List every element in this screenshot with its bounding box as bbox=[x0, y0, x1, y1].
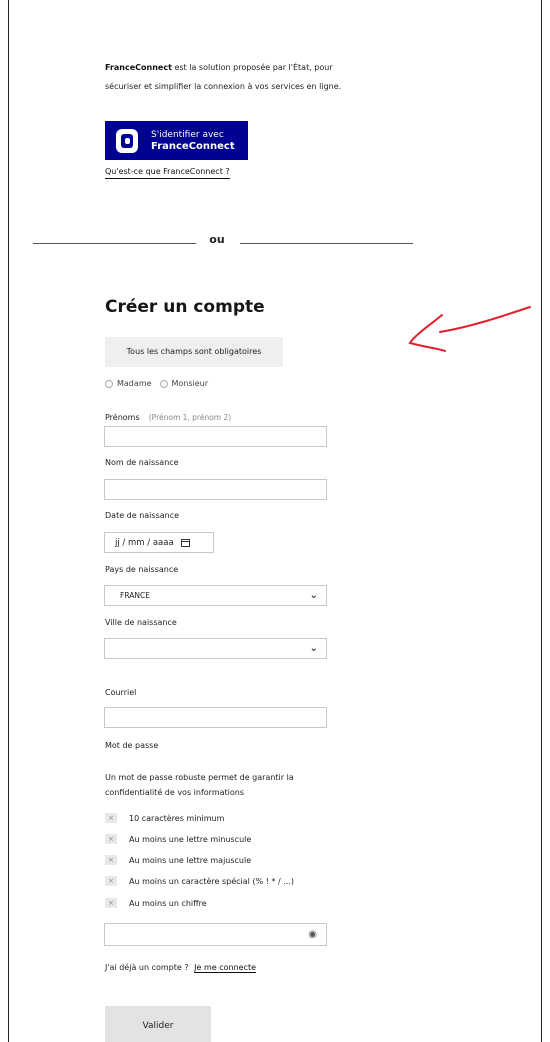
calendar-icon[interactable] bbox=[180, 538, 190, 547]
required-fields-badge: Tous les champs sont obligatoires bbox=[105, 337, 283, 367]
criterion-label: 10 caractères minimum bbox=[129, 813, 225, 823]
password-info: Un mot de passe robuste permet de garant… bbox=[105, 773, 294, 797]
password-criterion: × 10 caractères minimum bbox=[105, 813, 224, 823]
password-input[interactable]: ◉ bbox=[104, 923, 327, 946]
criterion-label: Au moins une lettre minuscule bbox=[129, 834, 252, 844]
firstname-label: Prénoms bbox=[105, 413, 140, 422]
separator-line-right bbox=[240, 243, 413, 244]
chevron-down-icon: ⌄ bbox=[309, 643, 318, 654]
password-criterion: × Au moins un chiffre bbox=[105, 898, 207, 908]
cross-icon: × bbox=[105, 855, 117, 865]
email-label: Courriel bbox=[105, 688, 137, 697]
franceconnect-intro-bold: FranceConnect bbox=[105, 63, 172, 72]
birthcity-select[interactable]: ⌄ bbox=[104, 638, 327, 659]
annotation-arrow bbox=[408, 306, 531, 352]
birthdate-placeholder: jj / mm / aaaa bbox=[115, 537, 174, 548]
account-row: J'ai déjà un compte ? Je me connecte bbox=[105, 963, 257, 973]
franceconnect-info-link[interactable]: Qu'est-ce que FranceConnect ? bbox=[105, 166, 230, 179]
password-label: Mot de passe bbox=[105, 741, 159, 750]
submit-button[interactable]: Valider bbox=[105, 1006, 211, 1042]
birthcountry-label: Pays de naissance bbox=[105, 565, 179, 574]
chevron-down-icon: ⌄ bbox=[309, 590, 318, 601]
birthcountry-value: FRANCE bbox=[120, 591, 150, 600]
cross-icon: × bbox=[105, 898, 117, 908]
account-question: J'ai déjà un compte ? bbox=[105, 963, 189, 972]
radio-monsieur-label: Monsieur bbox=[171, 379, 209, 388]
franceconnect-button[interactable]: S'identifier avec FranceConnect bbox=[105, 121, 248, 160]
radio-monsieur[interactable] bbox=[159, 379, 168, 388]
separator-line-left bbox=[33, 243, 196, 244]
franceconnect-logo-icon bbox=[116, 128, 138, 153]
login-link[interactable]: Je me connecte bbox=[194, 963, 257, 973]
criterion-label: Au moins un caractère spécial (% ! * / .… bbox=[129, 876, 294, 886]
birthdate-input[interactable]: jj / mm / aaaa bbox=[104, 532, 214, 553]
separator-text: ou bbox=[209, 233, 225, 246]
criterion-label: Au moins une lettre majuscule bbox=[129, 855, 252, 865]
birthname-input[interactable] bbox=[104, 479, 327, 500]
birthdate-label: Date de naissance bbox=[105, 511, 180, 520]
firstname-hint: (Prénom 1, prénom 2) bbox=[148, 413, 232, 422]
password-criterion: × Au moins une lettre minuscule bbox=[105, 834, 251, 844]
birthname-label: Nom de naissance bbox=[105, 458, 179, 467]
email-input[interactable] bbox=[104, 707, 327, 728]
password-criterion: × Au moins un caractère spécial (% ! * /… bbox=[105, 876, 294, 886]
birthcountry-select[interactable]: FRANCE ⌄ bbox=[104, 585, 327, 606]
birthcity-label: Ville de naissance bbox=[105, 618, 177, 627]
radio-madame[interactable] bbox=[105, 379, 113, 388]
civility-group: Madame Monsieur bbox=[105, 379, 216, 388]
cross-icon: × bbox=[105, 813, 117, 823]
firstname-label-row: Prénoms (Prénom 1, prénom 2) bbox=[105, 405, 231, 424]
eye-icon[interactable]: ◉ bbox=[308, 929, 317, 940]
password-criterion: × Au moins une lettre majuscule bbox=[105, 855, 251, 865]
form-title: Créer un compte bbox=[105, 297, 265, 317]
annotation-arrow-stroke bbox=[408, 306, 531, 352]
radio-madame-label: Madame bbox=[117, 379, 152, 388]
criterion-label: Au moins un chiffre bbox=[129, 898, 207, 908]
firstname-input[interactable] bbox=[104, 426, 327, 447]
franceconnect-button-line2: FranceConnect bbox=[151, 140, 235, 152]
franceconnect-button-line1: S'identifier avec bbox=[151, 129, 224, 140]
cross-icon: × bbox=[105, 834, 117, 844]
cross-icon: × bbox=[105, 876, 117, 886]
franceconnect-intro: FranceConnect est la solution proposée p… bbox=[105, 58, 345, 96]
